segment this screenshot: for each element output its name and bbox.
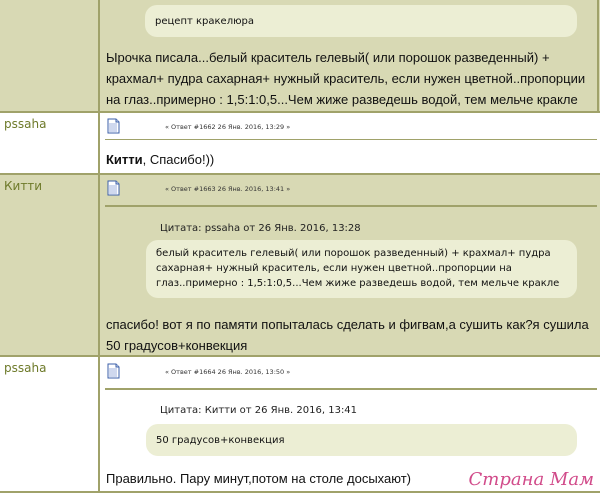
document-icon[interactable] [107,363,120,379]
post-1663: Китти « Ответ #1663 26 Янв. 2016, 13:41 … [0,175,600,355]
post-body: Правильно. Пару минут,потом на столе дос… [106,471,411,486]
post-continued: рецепт кракелюра Ырочка писала...белый к… [0,0,600,112]
header-rule [105,388,597,390]
post-body-text: , Спасибо!)) [142,152,215,167]
author-column [0,0,100,112]
column-divider [98,175,100,355]
quote-box: белый краситель гелевый( или порошок раз… [146,240,577,298]
header-rule [105,205,597,207]
quote-header: Цитата: Китти от 26 Янв. 2016, 13:41 [160,405,358,416]
quote-text: белый краситель гелевый( или порошок раз… [156,248,560,289]
quote-text: рецепт кракелюра [155,16,254,27]
post-body: спасибо! вот я по памяти попыталась сдел… [106,317,589,353]
post-1662: pssaha « Ответ #1662 26 Янв. 2016, 13:29… [0,113,600,173]
header-rule [105,139,597,140]
quote-text: 50 градусов+конвекция [156,435,285,446]
column-divider [98,0,100,112]
quote-header: Цитата: pssaha от 26 Янв. 2016, 13:28 [160,223,361,234]
post-meta[interactable]: « Ответ #1663 26 Янв. 2016, 13:41 » [165,185,290,193]
post-author[interactable]: pssaha [4,117,46,131]
document-icon[interactable] [107,180,120,196]
site-watermark: Страна Мам [468,469,595,490]
post-author[interactable]: Китти [4,179,42,193]
post-meta[interactable]: « Ответ #1664 26 Янв. 2016, 13:50 » [165,368,290,376]
post-body: Китти, Спасибо!)) [106,149,596,170]
forum-thread: рецепт кракелюра Ырочка писала...белый к… [0,0,600,493]
column-divider [98,113,100,173]
quote-box: 50 градусов+конвекция [146,424,577,456]
post-meta[interactable]: « Ответ #1662 26 Янв. 2016, 13:29 » [165,123,290,131]
quote-box: рецепт кракелюра [145,5,577,37]
document-icon[interactable] [107,118,120,134]
mention: Китти [106,152,143,167]
post-author[interactable]: pssaha [4,361,46,375]
post-body: Ырочка писала...белый краситель гелевый(… [106,50,586,107]
column-divider [98,357,100,493]
